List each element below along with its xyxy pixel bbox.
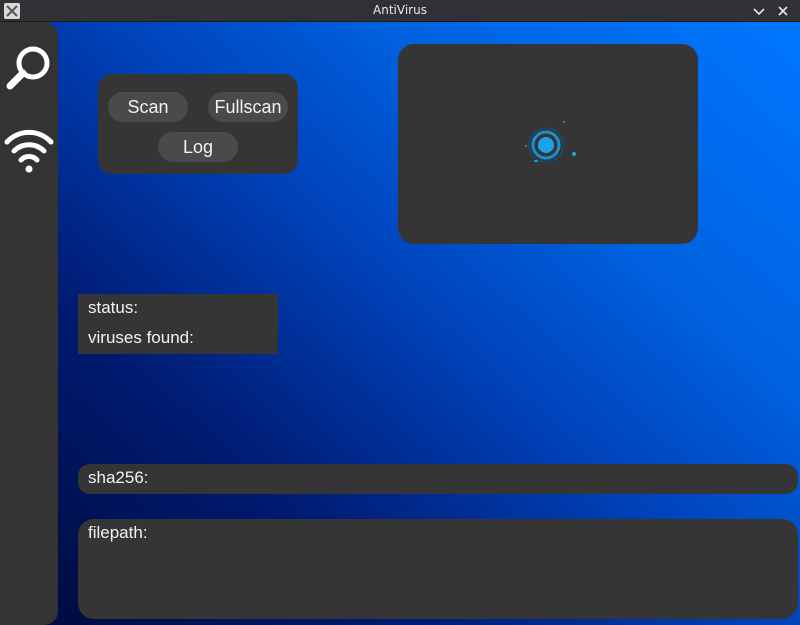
sha256-label: sha256: <box>88 468 149 487</box>
log-button[interactable]: Log <box>158 132 238 162</box>
viruses-found-label: viruses found: <box>88 328 194 347</box>
sha256-field: sha256: <box>78 464 798 494</box>
chevron-down-icon[interactable] <box>751 3 767 19</box>
filepath-box: filepath: <box>78 519 798 619</box>
title-bar: AntiVirus <box>0 0 800 22</box>
scan-button[interactable]: Scan <box>108 92 188 122</box>
status-label: status: <box>88 298 139 317</box>
status-panel: status: viruses found: <box>78 294 278 354</box>
main-area: Scan Fullscan Log status: viruses found:… <box>0 22 800 625</box>
filepath-label: filepath: <box>88 523 148 542</box>
fullscan-button[interactable]: Fullscan <box>208 92 288 122</box>
search-icon[interactable] <box>2 42 56 96</box>
scan-actions-panel: Scan Fullscan Log <box>98 74 298 174</box>
scan-animation-panel <box>398 44 698 244</box>
wifi-icon[interactable] <box>2 120 56 174</box>
window-title: AntiVirus <box>373 3 427 17</box>
scan-spinner-icon <box>525 121 576 162</box>
sidebar <box>0 22 58 625</box>
close-icon[interactable] <box>775 3 791 19</box>
